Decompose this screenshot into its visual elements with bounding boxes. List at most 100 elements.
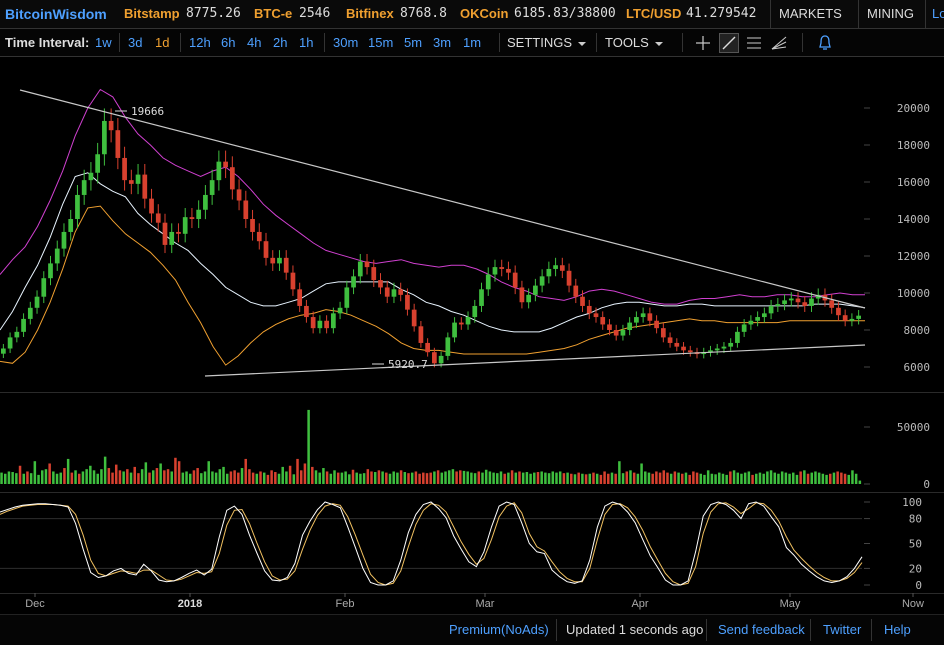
candle-body — [304, 305, 309, 318]
candle-body — [95, 154, 101, 173]
interval-12h[interactable]: 12h — [189, 35, 211, 50]
interval-1d[interactable]: 1d — [155, 35, 169, 50]
candle-body — [533, 285, 538, 295]
volume-bar — [710, 473, 714, 484]
volume-bar — [714, 474, 717, 484]
volume-bar — [521, 472, 525, 484]
volume-bar — [126, 469, 129, 484]
send-feedback-link[interactable]: Send feedback — [718, 622, 805, 637]
volume-bar — [255, 473, 259, 484]
volume-bar — [48, 463, 51, 484]
volume-bar — [55, 473, 59, 484]
price-tick-label: 18000 — [897, 139, 930, 152]
upper-trend-line[interactable] — [19, 89, 866, 309]
stochastic-axis: 100 80 50 20 0 — [864, 496, 922, 592]
candle-body — [586, 305, 592, 314]
candle-body — [748, 320, 754, 325]
interval-3d[interactable]: 3d — [128, 35, 142, 50]
volume-bar — [555, 472, 558, 484]
interval-1w[interactable]: 1w — [95, 35, 112, 50]
interval-4h[interactable]: 4h — [247, 35, 261, 50]
candle-body — [721, 346, 727, 349]
ticker-exchange[interactable]: Bitstamp — [124, 6, 180, 21]
interval-15m[interactable]: 15m — [368, 35, 393, 50]
volume-bar — [207, 461, 210, 484]
volume-bar — [581, 473, 584, 484]
candle-body — [162, 222, 168, 245]
price-chart[interactable]: 19666 5920.7 20000 18000 16000 14000 12000 100… — [0, 57, 944, 614]
price-tick-label: 6000 — [904, 361, 931, 374]
stochastic-tick-label: 50 — [909, 538, 922, 551]
volume-bar — [355, 472, 358, 484]
settings-menu[interactable]: SETTINGS — [507, 29, 587, 56]
price-annotation-label: 19666 — [131, 105, 164, 118]
interval-1m[interactable]: 1m — [463, 35, 481, 50]
volume-bar — [344, 471, 347, 484]
volume-bar — [662, 470, 666, 484]
ticker-exchange[interactable]: Bitfinex — [346, 6, 394, 21]
candle-body — [115, 130, 121, 158]
candle-body — [364, 261, 370, 268]
login-link[interactable]: Lo — [925, 0, 944, 28]
interval-1h[interactable]: 1h — [299, 35, 313, 50]
candle-body — [337, 307, 343, 314]
trend-line-icon[interactable] — [719, 33, 739, 53]
volume-bar — [484, 469, 488, 484]
stochastic-tick-label: 0 — [915, 579, 922, 592]
candle-body — [566, 270, 572, 286]
volume-tick-label: 50000 — [897, 421, 930, 434]
premium-link[interactable]: Premium(NoAds) — [449, 622, 549, 637]
ticker-exchange[interactable]: OKCoin — [460, 6, 508, 21]
volume-bar — [222, 466, 225, 484]
volume-bar — [766, 471, 769, 484]
volume-bar — [695, 472, 699, 484]
time-tick-label: Dec — [25, 598, 45, 610]
interval-30m[interactable]: 30m — [333, 35, 358, 50]
ticker-exchange[interactable]: BTC-e — [254, 6, 292, 21]
brand-logo[interactable]: BitcoinWisdom — [5, 6, 107, 22]
mining-menu[interactable]: MINING — [858, 0, 930, 45]
tools-menu[interactable]: TOOLS — [605, 29, 663, 56]
volume-bar — [825, 474, 828, 484]
candle-body — [128, 180, 134, 184]
horizontal-lines-icon[interactable] — [745, 34, 763, 52]
volume-bar — [718, 472, 721, 484]
candle-body — [667, 337, 673, 343]
ticker-exchange[interactable]: LTC/USD — [626, 6, 681, 21]
volume-bar — [118, 470, 122, 484]
candle-body — [418, 326, 424, 343]
interval-3m[interactable]: 3m — [433, 35, 451, 50]
volume-bar — [840, 472, 843, 484]
volume-bar — [444, 471, 447, 484]
help-link[interactable]: Help — [884, 622, 911, 637]
volume-bar — [570, 473, 573, 484]
volume-bar — [854, 473, 858, 484]
volume-bar — [788, 473, 791, 484]
twitter-link[interactable]: Twitter — [823, 622, 861, 637]
lower-trend-line[interactable] — [204, 344, 866, 377]
candle-body — [634, 317, 639, 323]
volume-bar — [277, 473, 281, 484]
markets-menu[interactable]: MARKETS — [770, 0, 856, 45]
volume-bar — [618, 461, 621, 484]
volume-bar — [370, 471, 373, 484]
fan-icon[interactable] — [770, 34, 788, 52]
alarm-bell-icon[interactable] — [816, 34, 834, 52]
ticker-bar: BitcoinWisdom Bitstamp 8775.26 BTC-e 254… — [0, 0, 944, 45]
volume-bar — [755, 473, 758, 484]
interval-6h[interactable]: 6h — [221, 35, 235, 50]
interval-5m[interactable]: 5m — [404, 35, 422, 50]
candle-body — [492, 267, 498, 275]
candle-body — [1, 348, 6, 354]
volume-bar — [625, 471, 629, 484]
volume-bar — [562, 473, 566, 484]
chart-gridlines — [864, 107, 870, 368]
volume-bar — [29, 473, 33, 484]
crosshair-icon[interactable] — [694, 34, 712, 52]
interval-2h[interactable]: 2h — [273, 35, 287, 50]
volume-bar — [148, 472, 151, 484]
candle-body — [290, 272, 296, 290]
volume-bar — [311, 466, 314, 484]
chevron-down-icon — [578, 41, 587, 46]
stochastic-d-line — [0, 502, 863, 586]
